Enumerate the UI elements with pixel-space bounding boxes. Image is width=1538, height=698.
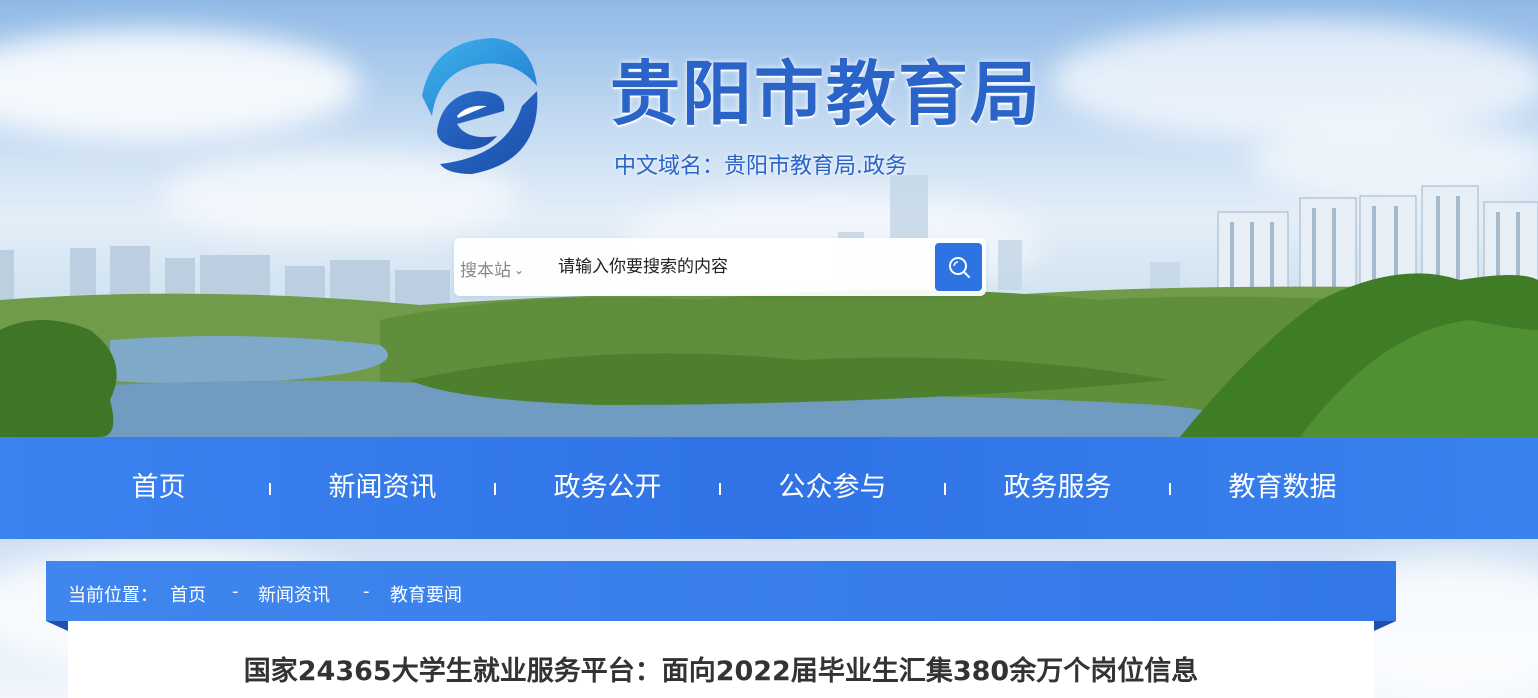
search-scope-label: 搜本站 — [460, 261, 511, 281]
nav-divider — [719, 483, 721, 495]
nav-divider — [494, 483, 496, 495]
nav-item-education-data[interactable]: 教育数据 — [1170, 437, 1395, 539]
breadcrumb-item-home[interactable]: 首页 — [170, 581, 206, 607]
ribbon-fold-right — [1374, 621, 1396, 631]
nav-item-public-participation[interactable]: 公众参与 — [720, 437, 945, 539]
article-panel: 国家24365大学生就业服务平台：面向2022届毕业生汇集380余万个岗位信息 — [68, 621, 1374, 698]
search-box: 搜本站 ⌄ — [454, 238, 986, 296]
breadcrumb: 当前位置： 首页 - 新闻资讯 - 教育要闻 — [46, 561, 1396, 621]
domain-name-label: 中文域名：贵阳市教育局.政务 — [614, 154, 907, 179]
article-title: 国家24365大学生就业服务平台：面向2022届毕业生汇集380余万个岗位信息 — [243, 656, 1199, 687]
main-nav: 首页 新闻资讯 政务公开 公众参与 政务服务 教育数据 — [0, 437, 1538, 539]
breadcrumb-separator: - — [232, 581, 239, 602]
chevron-down-icon: ⌄ — [514, 263, 525, 277]
nav-item-news[interactable]: 新闻资讯 — [270, 437, 495, 539]
search-scope-dropdown[interactable]: 搜本站 ⌄ — [460, 256, 524, 281]
nav-item-government-affairs[interactable]: 政务公开 — [495, 437, 720, 539]
breadcrumb-separator: - — [363, 581, 370, 602]
breadcrumb-prefix: 当前位置： — [68, 585, 158, 606]
search-button[interactable] — [935, 243, 982, 291]
nav-divider — [269, 483, 271, 495]
search-input[interactable] — [558, 252, 918, 282]
nav-item-home[interactable]: 首页 — [46, 437, 271, 539]
nav-divider — [1169, 483, 1171, 495]
nav-item-government-services[interactable]: 政务服务 — [945, 437, 1170, 539]
breadcrumb-item-education-news[interactable]: 教育要闻 — [390, 581, 462, 607]
header-banner: 贵阳市教育局 中文域名：贵阳市教育局.政务 搜本站 ⌄ — [0, 0, 1538, 437]
nav-divider — [944, 483, 946, 495]
site-title: 贵阳市教育局 — [610, 53, 1042, 135]
ribbon-fold-left — [46, 621, 68, 631]
search-icon — [949, 257, 970, 278]
breadcrumb-item-news[interactable]: 新闻资讯 — [258, 581, 330, 607]
logo-icon — [422, 38, 538, 174]
